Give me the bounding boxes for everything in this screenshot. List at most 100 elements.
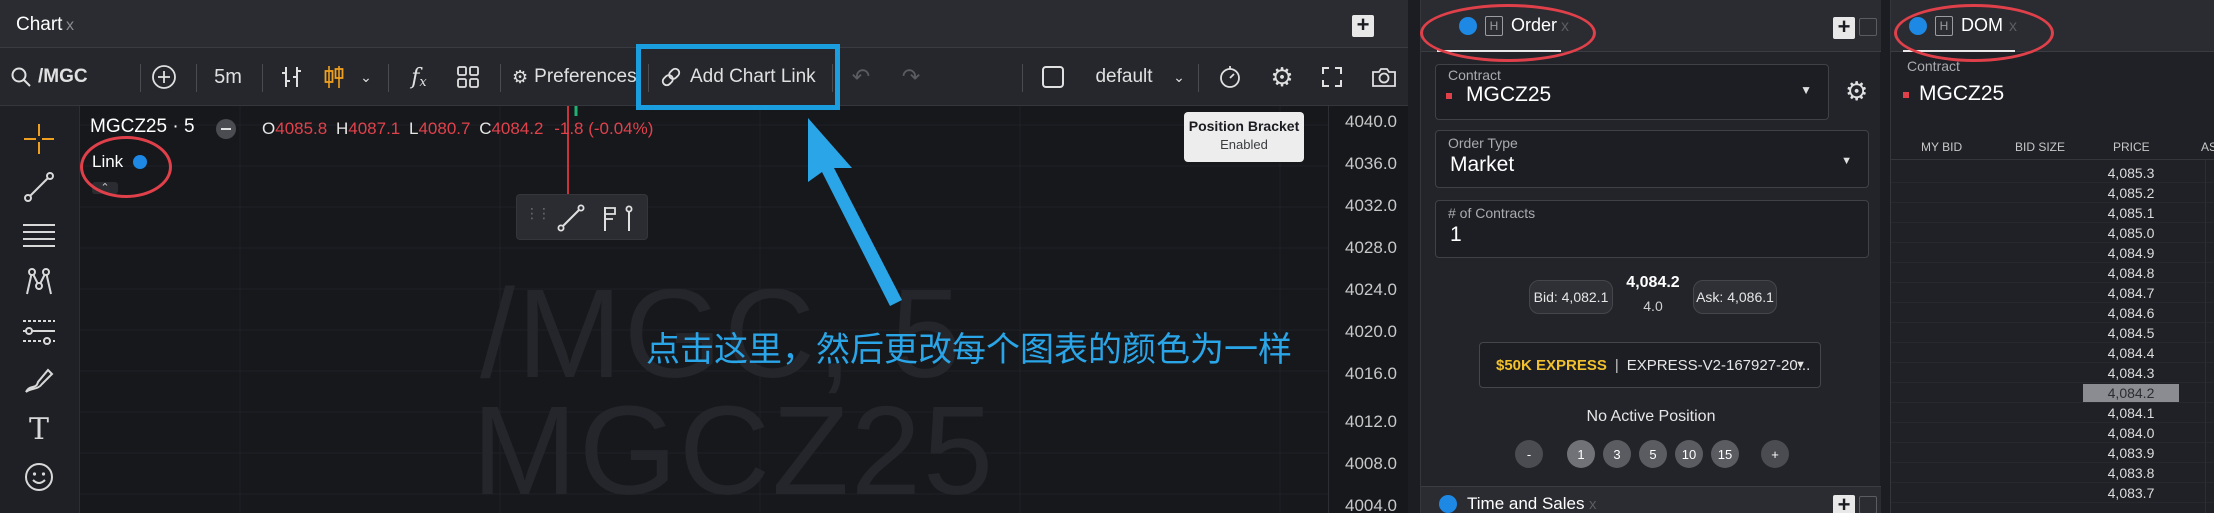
dom-row[interactable]: 4,084.6	[1891, 304, 2214, 323]
dom-contract-select[interactable]: Contract MGCZ25	[1899, 56, 2214, 120]
last-price: 4,084.2	[1626, 274, 1680, 291]
time-sales-tab-close[interactable]: x	[1589, 496, 1597, 513]
ask-price-button[interactable]: Ask: 4,086.1	[1693, 280, 1777, 314]
time-sales-tab-title[interactable]: Time and Sales	[1467, 494, 1584, 513]
dom-price: 4,084.4	[2107, 345, 2155, 361]
order-type-select[interactable]: Order Type Market ▼	[1435, 130, 1869, 188]
contract-color-marker	[1903, 92, 1909, 98]
layout-name[interactable]: default	[1084, 48, 1164, 106]
link-color-dot[interactable]	[1439, 495, 1457, 513]
order-panel: H Order x + Contract MGCZ25 ▼ ⚙ Order Ty…	[1420, 0, 1881, 513]
brush-icon[interactable]	[18, 358, 60, 400]
dom-row[interactable]: 4,085.0	[1891, 224, 2214, 243]
text-tool-icon[interactable]: T	[18, 408, 60, 450]
dom-row[interactable]: 4,085.3	[1891, 164, 2214, 183]
dom-row[interactable]: 4,084.7	[1891, 284, 2214, 303]
preferences-button[interactable]: ⚙ Preferences	[512, 48, 642, 106]
trend-line-icon[interactable]	[18, 166, 60, 208]
alert-icon[interactable]	[1214, 48, 1246, 106]
pattern-icon[interactable]	[18, 262, 60, 304]
dom-row[interactable]: 4,083.7	[1891, 484, 2214, 503]
dom-row[interactable]: 4,085.2	[1891, 184, 2214, 203]
chevron-down-icon[interactable]: ⌄	[1168, 48, 1190, 106]
account-separator: |	[1614, 356, 1619, 374]
camera-icon[interactable]	[1368, 48, 1400, 106]
qty-preset-button[interactable]: 15	[1711, 440, 1739, 468]
dom-row[interactable]: 4,084.4	[1891, 344, 2214, 363]
bid-price-button[interactable]: Bid: 4,082.1	[1529, 280, 1613, 314]
axis-tick: 4008.0	[1345, 454, 1397, 473]
contract-value: MGCZ25	[1466, 83, 1552, 106]
maximize-icon[interactable]	[1859, 496, 1877, 513]
contract-select[interactable]: Contract MGCZ25 ▼	[1435, 64, 1829, 120]
dom-row[interactable]: 4,084.9	[1891, 244, 2214, 263]
horizontal-lines-icon[interactable]	[18, 214, 60, 256]
floating-trend-line-icon[interactable]	[557, 204, 585, 232]
qty-preset-button[interactable]: 5	[1639, 440, 1667, 468]
qty-preset-button[interactable]: 1	[1567, 440, 1595, 468]
dom-row[interactable]: 4,083.8	[1891, 464, 2214, 483]
interval-button[interactable]: 5m	[208, 48, 248, 106]
contracts-quantity-input[interactable]: # of Contracts 1	[1435, 200, 1869, 258]
legend-collapse-icon[interactable]	[216, 119, 236, 139]
add-panel-icon[interactable]: +	[1352, 14, 1374, 37]
redo-icon[interactable]: ↷	[896, 48, 926, 106]
add-panel-icon[interactable]: +	[1833, 16, 1855, 39]
dom-row[interactable]: 4,084.5	[1891, 324, 2214, 343]
qty-plus-button[interactable]: +	[1761, 440, 1789, 468]
dom-price-highlight: 4,084.2	[2083, 384, 2179, 402]
dom-row[interactable]: 4,083.9	[1891, 444, 2214, 463]
contract-settings-gear-icon[interactable]: ⚙	[1845, 76, 1868, 107]
order-type-label: Order Type	[1448, 135, 1518, 151]
dom-row[interactable]: 4,084.0	[1891, 424, 2214, 443]
account-id: EXPRESS-V2-167927-20...	[1626, 356, 1811, 374]
crosshair-icon[interactable]	[18, 118, 60, 160]
contracts-value: 1	[1450, 223, 1462, 246]
dom-row-last-price[interactable]: 4,084.2	[1891, 384, 2214, 403]
fullscreen-icon[interactable]	[1316, 48, 1348, 106]
qty-preset-button[interactable]: 10	[1675, 440, 1703, 468]
dom-row[interactable]: 4,084.1	[1891, 404, 2214, 423]
dom-row[interactable]: 4,084.8	[1891, 264, 2214, 283]
floating-bracket-icon[interactable]	[601, 203, 641, 233]
chart-plot-area[interactable]: /MGC, 5 MGCZ25 MGCZ25 · 5 O4085.8 H4087.…	[80, 106, 1328, 513]
indicators-icon[interactable]: fx	[402, 48, 436, 106]
drawing-toolbar: T	[0, 106, 80, 513]
chart-tab-close[interactable]: x	[66, 17, 74, 35]
annotation-highlight-box	[636, 44, 840, 110]
undo-icon[interactable]: ↶	[846, 48, 876, 106]
axis-tick: 4024.0	[1345, 280, 1397, 299]
templates-grid-icon[interactable]	[452, 48, 484, 106]
compare-add-icon[interactable]	[148, 48, 180, 106]
add-panel-icon[interactable]: +	[1833, 494, 1855, 513]
maximize-icon[interactable]	[1859, 18, 1877, 36]
chart-tab-title[interactable]: Chart	[16, 14, 62, 36]
dom-col-header: MY BID	[1921, 140, 1963, 154]
gear-icon: ⚙	[512, 66, 529, 87]
price-axis[interactable]: 4040.0 4036.0 4032.0 4028.0 4024.0 4020.…	[1328, 106, 1408, 513]
fib-levels-icon[interactable]	[18, 310, 60, 352]
chevron-down-icon: ▼	[1800, 83, 1812, 97]
dom-price: 4,085.1	[2107, 205, 2155, 221]
contract-label: Contract	[1448, 67, 1501, 83]
search-icon	[11, 67, 31, 87]
dom-price: 4,085.3	[2107, 165, 2155, 181]
qty-preset-button[interactable]: 3	[1603, 440, 1631, 468]
settings-gear-icon[interactable]: ⚙	[1266, 48, 1298, 106]
drag-handle-icon[interactable]: ⋮⋮	[525, 205, 551, 222]
dom-row[interactable]: 4,085.1	[1891, 204, 2214, 223]
account-select[interactable]: $50K EXPRESS | EXPRESS-V2-167927-20... ▼	[1479, 342, 1821, 388]
emoji-icon[interactable]	[18, 456, 60, 498]
candles-style-icon[interactable]	[318, 48, 350, 106]
watermark-contract: MGCZ25	[472, 380, 996, 513]
layout-select-icon[interactable]	[1038, 48, 1068, 106]
symbol-search[interactable]: /MGC	[10, 48, 100, 106]
position-bracket-badge[interactable]: Position Bracket Enabled	[1184, 112, 1304, 162]
bars-style-icon[interactable]	[276, 48, 308, 106]
chevron-down-icon[interactable]: ⌄	[354, 48, 378, 106]
axis-tick: 4032.0	[1345, 196, 1397, 215]
dom-row[interactable]: 4,084.3	[1891, 364, 2214, 383]
qty-minus-button[interactable]: -	[1515, 440, 1543, 468]
annotation-ellipse-chart-link	[80, 136, 172, 198]
dom-price: 4,084.5	[2107, 325, 2155, 341]
